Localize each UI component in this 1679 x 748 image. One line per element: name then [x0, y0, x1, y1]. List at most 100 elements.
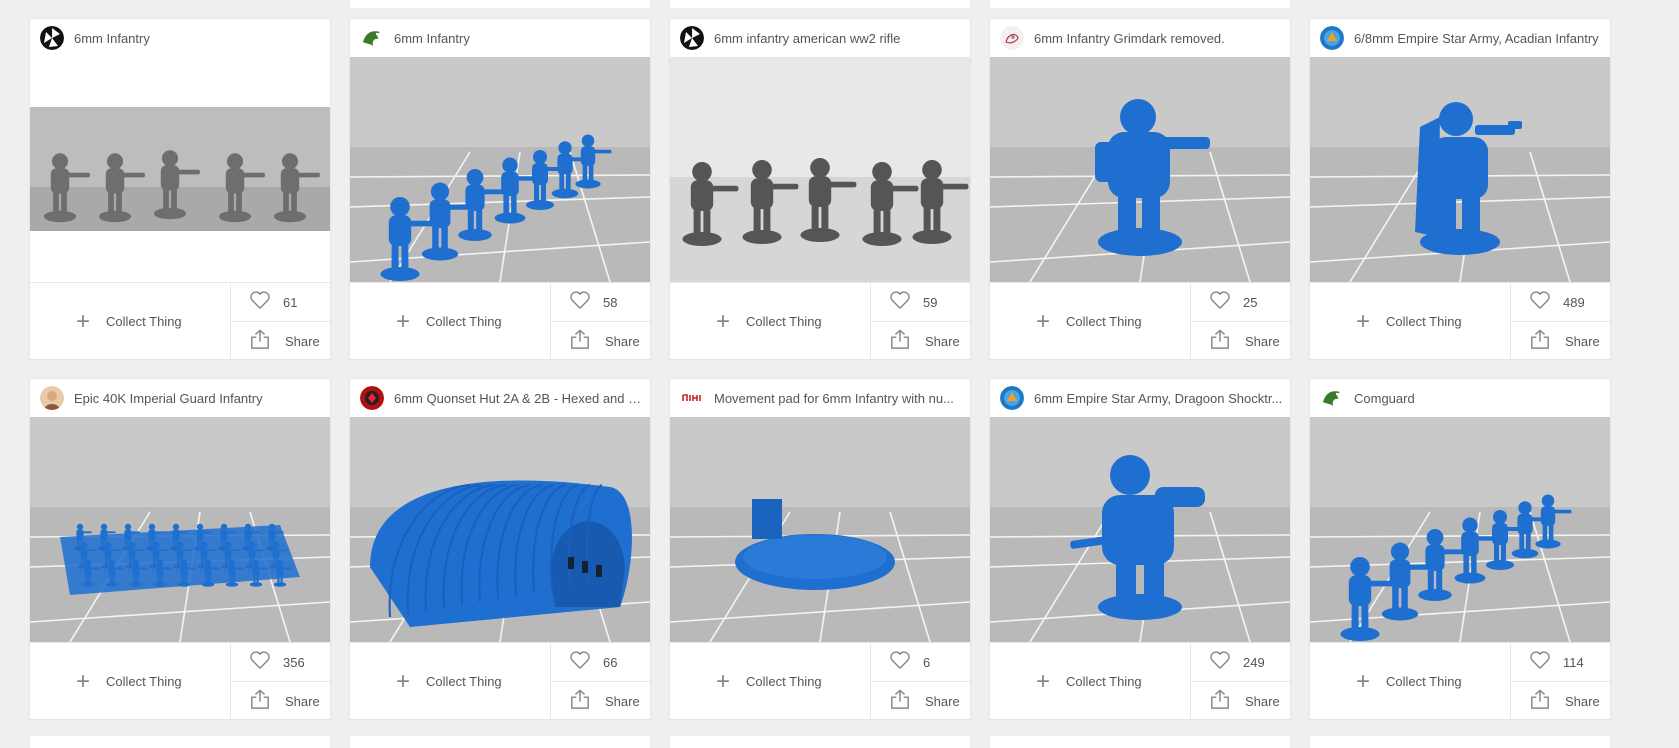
card-header[interactable]: 6mm Quonset Hut 2A & 2B - Hexed and H... — [350, 379, 650, 417]
like-button[interactable]: 59 — [871, 283, 970, 322]
thing-thumbnail[interactable] — [30, 417, 330, 642]
like-button[interactable]: 249 — [1191, 643, 1290, 682]
bw-logo-icon[interactable] — [40, 26, 64, 50]
card-footer: + Collect Thing 114 Share — [1310, 642, 1610, 720]
thing-title[interactable]: 6mm Quonset Hut 2A & 2B - Hexed and H... — [394, 391, 644, 406]
thing-thumbnail[interactable] — [30, 57, 330, 282]
like-count: 114 — [1563, 654, 1584, 670]
thing-title[interactable]: 6mm Infantry — [74, 31, 324, 46]
share-label: Share — [285, 333, 320, 349]
thing-card[interactable]: Epic 40K Imperial Guard Infantry + Colle… — [30, 379, 330, 720]
thing-card[interactable]: 6mm Quonset Hut 2A & 2B - Hexed and H...… — [350, 379, 650, 720]
share-label: Share — [1245, 693, 1280, 709]
like-button[interactable]: 61 — [231, 283, 330, 322]
like-button[interactable]: 489 — [1511, 283, 1610, 322]
thing-card[interactable]: 6mm Empire Star Army, Dragoon Shocktr...… — [990, 379, 1290, 720]
thing-card[interactable]: 6mm Infantry — [350, 19, 650, 360]
thing-card[interactable]: Comguard + Collect Thing 114 Share — [1310, 379, 1610, 720]
share-button[interactable]: Share — [1511, 682, 1610, 720]
share-label: Share — [605, 333, 640, 349]
thing-title[interactable]: 6/8mm Empire Star Army, Acadian Infantry — [1354, 31, 1604, 46]
bw-logo-icon[interactable] — [680, 26, 704, 50]
blue-infantry-line — [350, 57, 650, 282]
thing-thumbnail[interactable] — [1310, 417, 1610, 642]
share-button[interactable]: Share — [1191, 322, 1290, 360]
collect-thing-button[interactable]: + Collect Thing — [350, 283, 551, 360]
share-button[interactable]: Share — [231, 682, 330, 720]
thing-title[interactable]: Epic 40K Imperial Guard Infantry — [74, 391, 324, 406]
thing-thumbnail[interactable] — [670, 57, 970, 282]
share-button[interactable]: Share — [871, 682, 970, 720]
thing-title[interactable]: 6mm infantry american ww2 rifle — [714, 31, 964, 46]
card-header[interactable]: 6mm Infantry — [30, 19, 330, 57]
card-footer: + Collect Thing 489 Share — [1310, 282, 1610, 360]
like-button[interactable]: 25 — [1191, 283, 1290, 322]
share-button[interactable]: Share — [231, 322, 330, 360]
thing-card[interactable]: 6/8mm Empire Star Army, Acadian Infantry — [1310, 19, 1610, 360]
sketch-avatar-icon[interactable] — [1000, 26, 1024, 50]
share-icon — [231, 328, 271, 354]
collect-thing-button[interactable]: + Collect Thing — [1310, 283, 1511, 360]
share-button[interactable]: Share — [551, 322, 650, 360]
like-button[interactable]: 356 — [231, 643, 330, 682]
dragon-icon[interactable] — [360, 26, 384, 50]
heart-icon — [1511, 650, 1551, 674]
card-header[interactable]: 6/8mm Empire Star Army, Acadian Infantry — [1310, 19, 1610, 57]
red-logo-icon[interactable] — [680, 386, 704, 410]
card-header[interactable]: 6mm Empire Star Army, Dragoon Shocktr... — [990, 379, 1290, 417]
thing-thumbnail[interactable] — [990, 57, 1290, 282]
collect-thing-button[interactable]: + Collect Thing — [30, 283, 231, 360]
card-header[interactable]: Comguard — [1310, 379, 1610, 417]
collect-thing-button[interactable]: + Collect Thing — [30, 643, 231, 720]
share-button[interactable]: Share — [1511, 322, 1610, 360]
share-button[interactable]: Share — [871, 322, 970, 360]
blue-emblem-icon[interactable] — [1320, 26, 1344, 50]
collect-label: Collect Thing — [426, 674, 502, 689]
blue-heavy-trooper — [990, 417, 1290, 642]
thing-card[interactable]: 6mm infantry american ww2 rifle + Collec… — [670, 19, 970, 360]
thing-card[interactable]: 6mm Infantry — [30, 19, 330, 360]
plus-icon: + — [1036, 667, 1051, 695]
thing-thumbnail[interactable] — [350, 417, 650, 642]
face-avatar-icon[interactable] — [40, 386, 64, 410]
thing-thumbnail[interactable] — [990, 417, 1290, 642]
card-header[interactable]: 6mm Infantry Grimdark removed. — [990, 19, 1290, 57]
collect-thing-button[interactable]: + Collect Thing — [990, 643, 1191, 720]
collect-thing-button[interactable]: + Collect Thing — [350, 643, 551, 720]
collect-thing-button[interactable]: + Collect Thing — [1310, 643, 1511, 720]
thing-thumbnail[interactable] — [670, 417, 970, 642]
like-count: 66 — [603, 654, 618, 670]
like-button[interactable]: 58 — [551, 283, 650, 322]
like-button[interactable]: 66 — [551, 643, 650, 682]
heart-icon — [1511, 290, 1551, 314]
share-button[interactable]: Share — [551, 682, 650, 720]
thing-card[interactable]: 6mm Infantry Grimdark removed. + Collect — [990, 19, 1290, 360]
share-icon — [871, 328, 911, 354]
like-button[interactable]: 114 — [1511, 643, 1610, 682]
blue-emblem-icon[interactable] — [1000, 386, 1024, 410]
thing-title[interactable]: Comguard — [1354, 391, 1604, 406]
thing-thumbnail[interactable] — [1310, 57, 1610, 282]
card-header[interactable]: Epic 40K Imperial Guard Infantry — [30, 379, 330, 417]
red-emblem-icon[interactable] — [360, 386, 384, 410]
share-button[interactable]: Share — [1191, 682, 1290, 720]
thing-title[interactable]: 6mm Infantry Grimdark removed. — [1034, 31, 1284, 46]
collect-thing-button[interactable]: + Collect Thing — [670, 283, 871, 360]
thing-title[interactable]: 6mm Infantry — [394, 31, 644, 46]
collect-thing-button[interactable]: + Collect Thing — [990, 283, 1191, 360]
plus-icon: + — [1036, 307, 1051, 335]
thing-title[interactable]: 6mm Empire Star Army, Dragoon Shocktr... — [1034, 391, 1284, 406]
card-footer: + Collect Thing 356 Share — [30, 642, 330, 720]
card-header[interactable]: 6mm Infantry — [350, 19, 650, 57]
heart-icon — [871, 650, 911, 674]
partial-card-top — [350, 0, 650, 8]
blue-trooper-cape — [1310, 57, 1610, 282]
card-header[interactable]: Movement pad for 6mm Infantry with nu... — [670, 379, 970, 417]
thing-card[interactable]: Movement pad for 6mm Infantry with nu...… — [670, 379, 970, 720]
dragon-icon[interactable] — [1320, 386, 1344, 410]
thing-title[interactable]: Movement pad for 6mm Infantry with nu... — [714, 391, 964, 406]
collect-thing-button[interactable]: + Collect Thing — [670, 643, 871, 720]
card-header[interactable]: 6mm infantry american ww2 rifle — [670, 19, 970, 57]
like-button[interactable]: 6 — [871, 643, 970, 682]
thing-thumbnail[interactable] — [350, 57, 650, 282]
